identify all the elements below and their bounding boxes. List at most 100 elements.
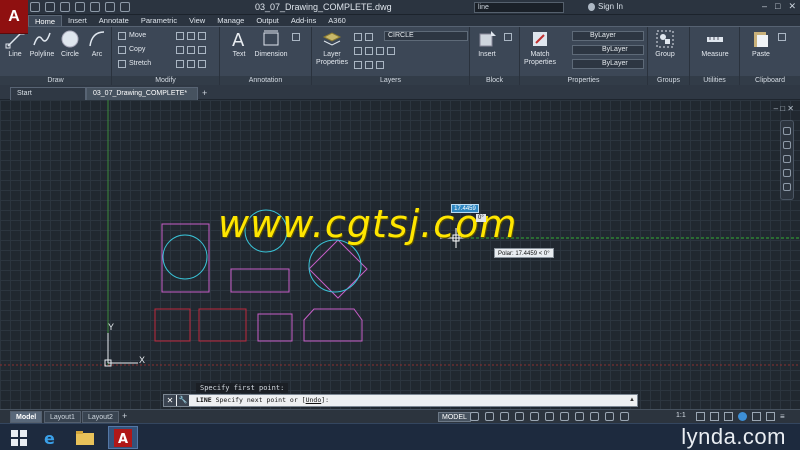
model-space-toggle[interactable]: MODEL: [438, 412, 471, 422]
close-icon[interactable]: ✕: [164, 395, 176, 406]
move-button[interactable]: Move: [118, 30, 146, 41]
grid-icon[interactable]: [470, 412, 479, 421]
selection-cycling-icon[interactable]: [590, 412, 599, 421]
annotation-scale[interactable]: 1:1: [676, 412, 686, 419]
folder-icon: [76, 430, 94, 445]
ortho-icon[interactable]: [500, 412, 509, 421]
sun-icon: [365, 32, 373, 41]
color-dropdown[interactable]: ByLayer: [572, 31, 644, 41]
hardware-acceleration-icon[interactable]: [752, 412, 761, 421]
save-icon[interactable]: [60, 2, 70, 12]
polar-icon[interactable]: [515, 412, 524, 421]
insert-button[interactable]: Insert: [474, 29, 500, 59]
paste-button[interactable]: Paste: [748, 29, 774, 59]
tab-home[interactable]: Home: [28, 15, 63, 26]
arc-button[interactable]: Arc: [84, 29, 110, 59]
layout-tab-layout1[interactable]: Layout1: [44, 411, 81, 423]
orbit-icon[interactable]: [783, 169, 791, 177]
steering-wheel-icon[interactable]: [783, 127, 791, 135]
add-layout-button[interactable]: +: [122, 411, 127, 421]
snap-icon[interactable]: [485, 412, 494, 421]
modify-tools-row3[interactable]: [176, 58, 206, 69]
units-icon[interactable]: [724, 412, 733, 421]
file-tab-drawing[interactable]: 03_07_Drawing_COMPLETE*: [86, 87, 198, 100]
pan-icon[interactable]: [783, 141, 791, 149]
dimension-button[interactable]: Dimension: [254, 29, 288, 59]
plot-icon[interactable]: [90, 2, 100, 12]
circle-label: Circle: [61, 51, 79, 58]
lineweight-icon[interactable]: [560, 412, 569, 421]
polar-tooltip: Polar: 17.4459 < 0°: [494, 248, 554, 258]
tab-annotate[interactable]: Annotate: [93, 15, 135, 26]
block-tools[interactable]: [504, 31, 512, 42]
tab-parametric[interactable]: Parametric: [135, 15, 183, 26]
lineweight-dropdown[interactable]: ByLayer: [572, 59, 644, 69]
zoom-icon[interactable]: [783, 155, 791, 163]
internet-explorer-button[interactable]: e: [36, 426, 66, 449]
match-properties-button[interactable]: Match Properties: [524, 29, 556, 67]
layer-state-icons[interactable]: [354, 31, 373, 42]
layer-tools-row2[interactable]: [354, 45, 395, 56]
file-explorer-button[interactable]: [70, 426, 100, 449]
showmotion-icon[interactable]: [783, 183, 791, 191]
undo-icon[interactable]: [105, 2, 115, 12]
file-tab-start[interactable]: Start: [10, 87, 86, 100]
layer-dropdown[interactable]: CIRCLE: [384, 31, 468, 41]
command-history-toggle[interactable]: ▲: [629, 395, 635, 406]
measure-button[interactable]: Measure: [698, 29, 732, 59]
tab-add-ins[interactable]: Add-ins: [285, 15, 322, 26]
saveas-icon[interactable]: [75, 2, 85, 12]
new-tab-button[interactable]: +: [202, 88, 207, 98]
stretch-button[interactable]: Stretch: [118, 58, 151, 69]
drawing-canvas[interactable]: Y X www.cgtsj.com 17.4459 0° Polar: 17.4…: [0, 100, 800, 409]
tab-output[interactable]: Output: [250, 15, 285, 26]
linetype-dropdown[interactable]: ByLayer: [572, 45, 644, 55]
close-icon[interactable]: ✕: [788, 1, 796, 12]
clean-screen-icon[interactable]: [766, 412, 775, 421]
command-line[interactable]: ✕ 🔧 LINE Specify next point or [Undo]: ▲: [163, 394, 638, 407]
copy-button[interactable]: Copy: [118, 44, 145, 55]
command-prompt[interactable]: LINE Specify next point or [Undo]:: [196, 395, 329, 406]
application-menu-button[interactable]: A: [0, 0, 28, 34]
modify-tools-row2[interactable]: [176, 44, 206, 55]
text-button[interactable]: A Text: [226, 29, 252, 59]
autocad-taskbar-button[interactable]: A: [108, 426, 138, 449]
clipboard-tools[interactable]: [778, 31, 786, 42]
transparency-icon[interactable]: [575, 412, 584, 421]
tab-insert[interactable]: Insert: [62, 15, 93, 26]
workspace-gear-icon[interactable]: [696, 412, 705, 421]
polyline-button[interactable]: Polyline: [28, 29, 56, 59]
minimize-icon[interactable]: –: [762, 1, 767, 12]
scale-icon: [176, 59, 184, 68]
customization-menu-icon[interactable]: ≡: [780, 412, 789, 421]
annotation-extra[interactable]: [292, 31, 300, 42]
modify-tools-row1[interactable]: [176, 30, 206, 41]
group-button[interactable]: Group: [652, 29, 678, 59]
annotation-visibility-icon[interactable]: [605, 412, 614, 421]
redo-icon[interactable]: [120, 2, 130, 12]
autoscale-icon[interactable]: [620, 412, 629, 421]
layout-tab-model[interactable]: Model: [10, 411, 43, 423]
object-snap-icon[interactable]: [545, 412, 554, 421]
layer-properties-button[interactable]: Layer Properties: [314, 29, 350, 67]
dynamic-angle-field[interactable]: 0°: [476, 214, 486, 222]
isolate-objects-icon[interactable]: [738, 412, 747, 421]
tab-manage[interactable]: Manage: [211, 15, 250, 26]
start-button[interactable]: [4, 426, 34, 449]
layer-tools-row3[interactable]: [354, 59, 384, 70]
viewport-window-controls[interactable]: – □ ✕: [774, 104, 794, 113]
layout-tab-layout2[interactable]: Layout2: [82, 411, 119, 423]
circle-button[interactable]: Circle: [57, 29, 83, 59]
isodraft-icon[interactable]: [530, 412, 539, 421]
sign-in-button[interactable]: Sign In: [598, 2, 623, 11]
search-input[interactable]: line: [474, 2, 564, 13]
tab-a360[interactable]: A360: [322, 15, 352, 26]
dynamic-input-field[interactable]: 17.4459: [451, 204, 479, 213]
annotation-monitor-icon[interactable]: [710, 412, 719, 421]
wrench-icon[interactable]: 🔧: [177, 395, 189, 406]
maximize-icon[interactable]: □: [775, 1, 780, 12]
command-option-undo[interactable]: Undo: [306, 396, 322, 404]
tab-view[interactable]: View: [183, 15, 211, 26]
new-icon[interactable]: [30, 2, 40, 12]
open-icon[interactable]: [45, 2, 55, 12]
